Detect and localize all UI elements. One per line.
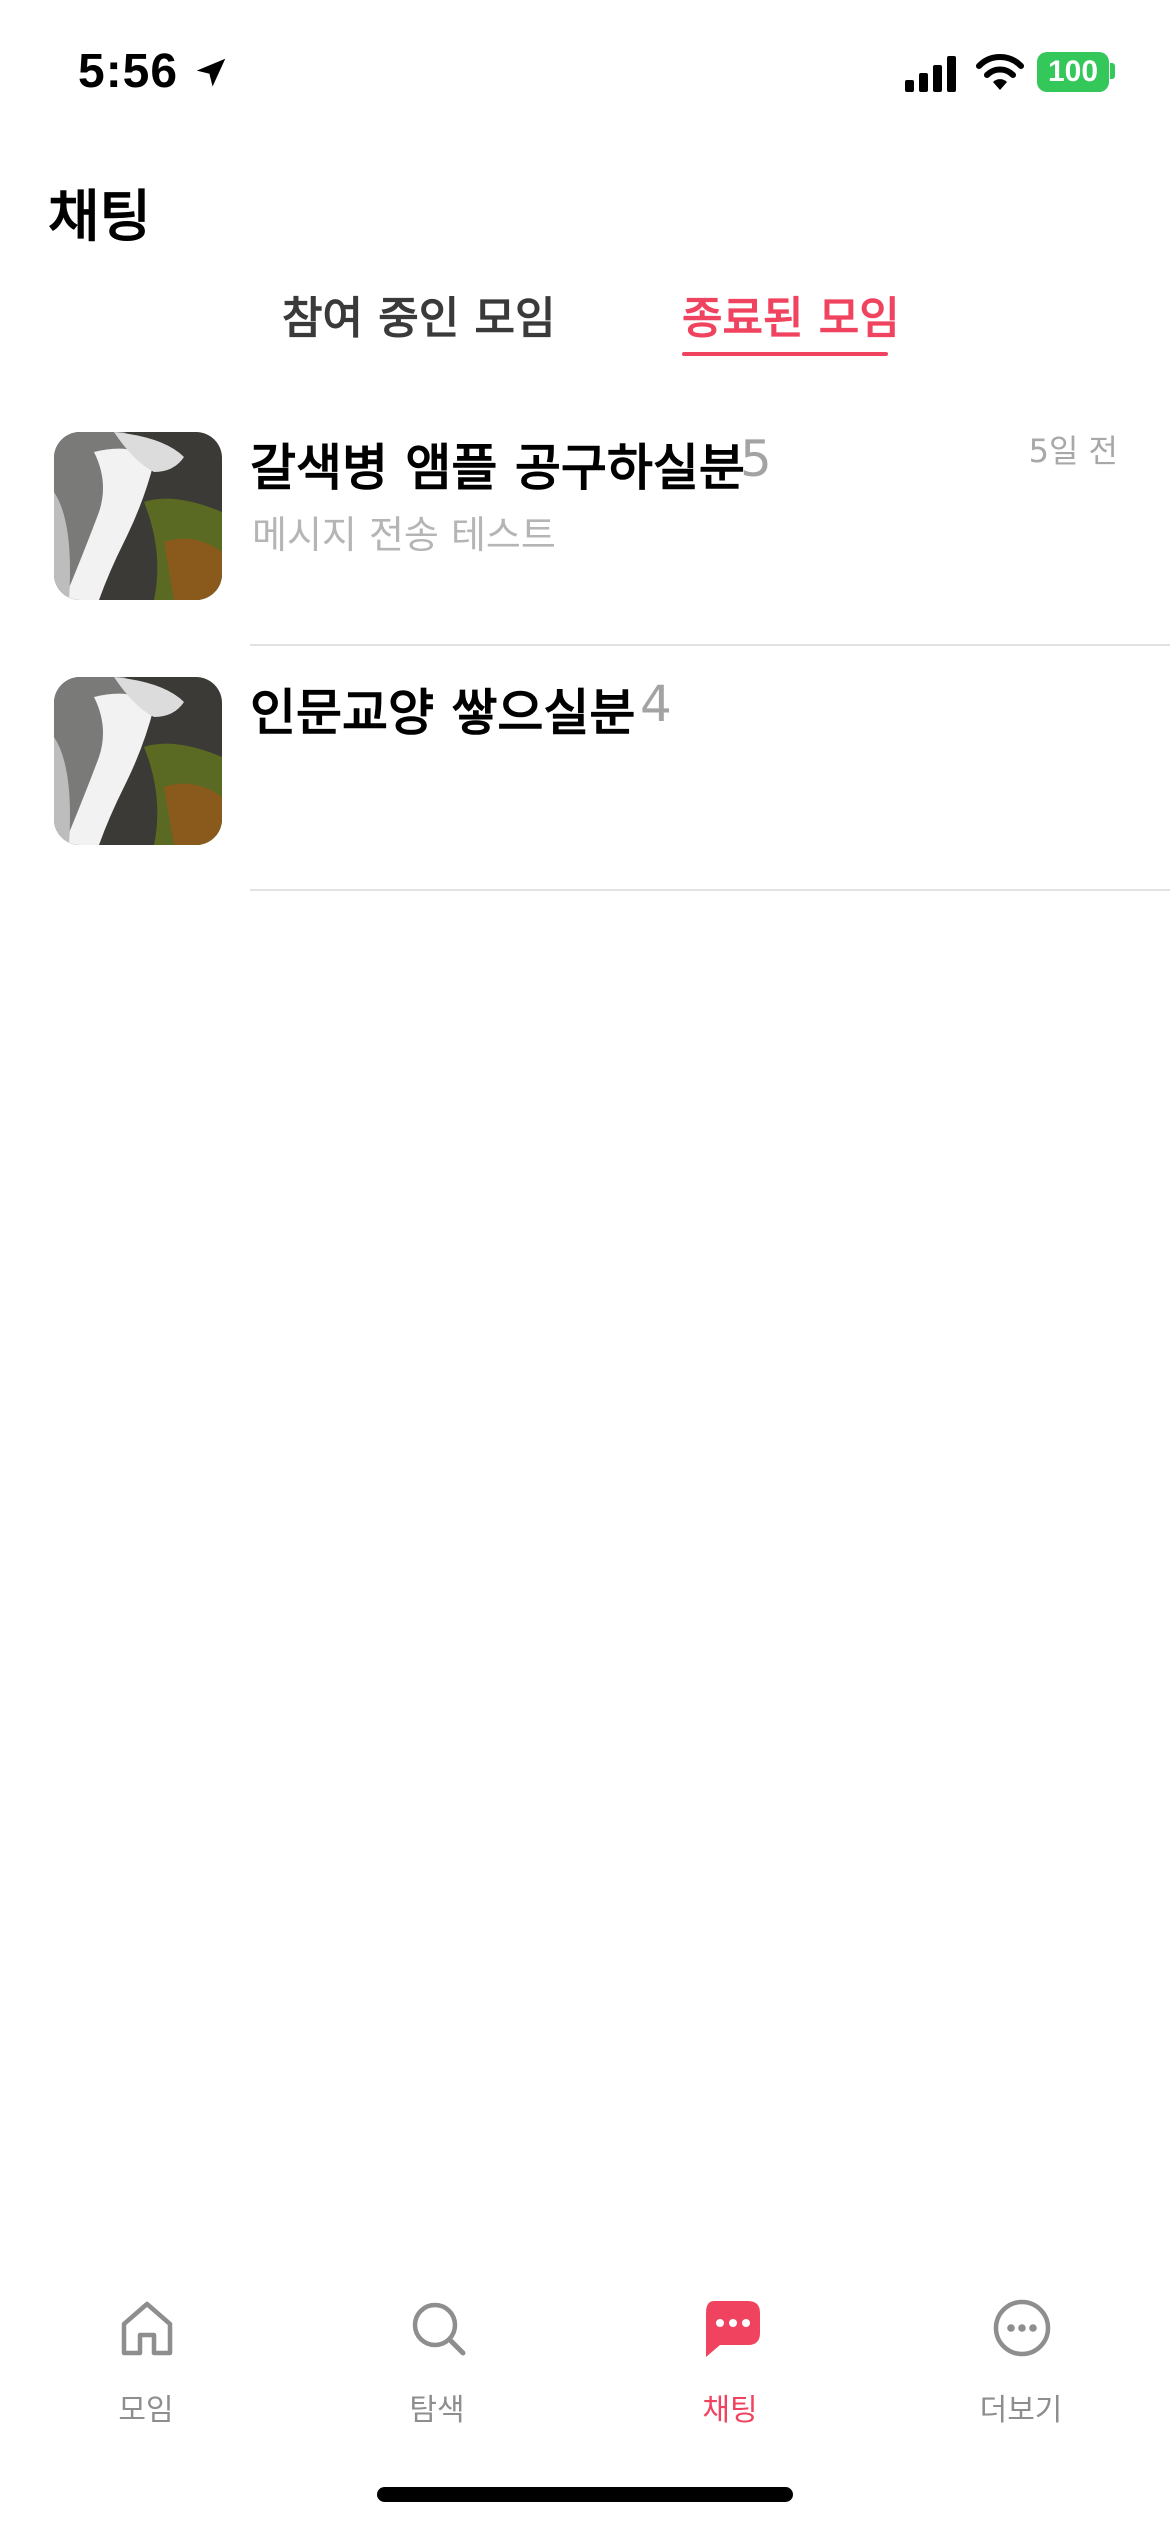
battery-level: 100: [1047, 55, 1099, 88]
cellular-signal-icon: [905, 56, 956, 92]
nav-label: 모임: [118, 2393, 174, 2428]
waterfall-photo-icon: [54, 432, 222, 600]
battery-icon: 100: [1037, 52, 1109, 92]
nav-label: 채팅: [702, 2393, 758, 2428]
tab-ongoing-meetings[interactable]: 참여 중인 모임: [282, 282, 556, 346]
home-indicator[interactable]: [377, 2487, 793, 2502]
chat-title: 인문교양 쌓으실분: [250, 684, 636, 742]
waterfall-photo-icon: [54, 677, 222, 845]
last-message-time: 5일 전: [1028, 432, 1118, 470]
status-bar: 5:56 100: [0, 0, 1170, 150]
member-count: 5: [740, 430, 772, 488]
nav-tab-meetings[interactable]: 모임: [66, 2285, 226, 2435]
home-icon: [121, 2301, 173, 2356]
member-count: 4: [640, 675, 672, 733]
tab-active-indicator: [682, 352, 888, 356]
battery-tip: [1110, 63, 1115, 79]
bottom-tab-bar: 모임 탐색 채팅 더보기: [0, 2285, 1170, 2445]
nav-label: 더보기: [979, 2393, 1063, 2428]
row-divider: [250, 889, 1170, 891]
chat-list-item[interactable]: 갈색병 앰플 공구하실분 5 메시지 전송 테스트 5일 전: [0, 400, 1170, 646]
chat-thumbnail: [54, 677, 222, 845]
location-arrow-icon: [196, 58, 226, 87]
chat-thumbnail: [54, 432, 222, 600]
nav-tab-explore[interactable]: 탐색: [357, 2285, 517, 2435]
chat-title: 갈색병 앰플 공구하실분: [250, 439, 745, 497]
nav-label: 탐색: [409, 2393, 465, 2428]
chat-list-item[interactable]: 인문교양 쌓으실분 4: [0, 645, 1170, 891]
tab-ended-meetings[interactable]: 종료된 모임: [682, 282, 900, 346]
last-message-preview: 메시지 전송 테스트: [252, 513, 556, 557]
status-time: 5:56: [78, 45, 179, 98]
search-icon: [412, 2302, 466, 2356]
nav-tab-more[interactable]: 더보기: [941, 2285, 1101, 2435]
chat-bubble-icon: [706, 2301, 760, 2357]
nav-tab-chat[interactable]: 채팅: [650, 2285, 810, 2435]
wifi-icon: [976, 54, 1024, 90]
page-title: 채팅: [48, 185, 152, 250]
more-circle-icon: [993, 2299, 1051, 2357]
